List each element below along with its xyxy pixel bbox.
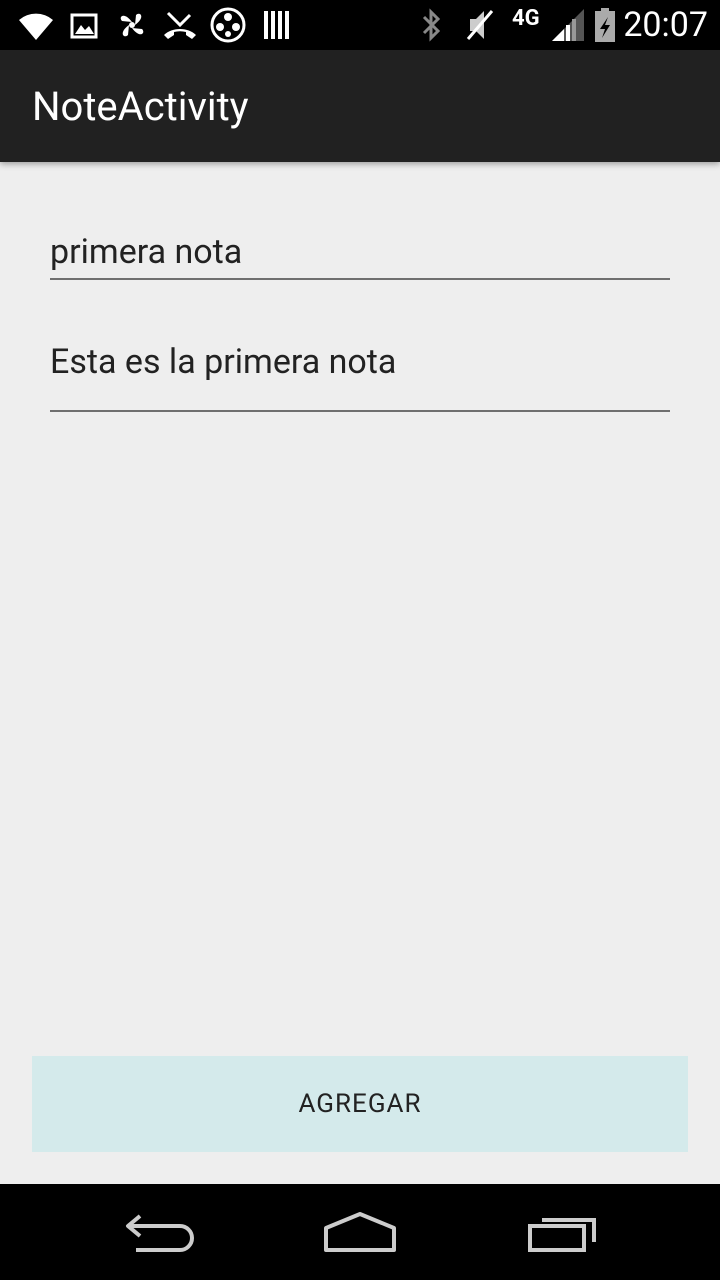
battery-icon bbox=[595, 8, 615, 42]
wifi-icon bbox=[19, 13, 53, 40]
note-form: primera nota Esta es la primera nota AGR… bbox=[0, 162, 720, 1184]
navigation-bar bbox=[0, 1184, 720, 1280]
barcode-icon bbox=[264, 11, 289, 39]
add-button[interactable]: AGREGAR bbox=[32, 1056, 688, 1152]
page-title: NoteActivity bbox=[32, 83, 249, 130]
mute-icon bbox=[466, 10, 494, 40]
note-title-field[interactable]: primera nota bbox=[50, 228, 670, 280]
back-icon[interactable] bbox=[122, 1210, 198, 1254]
pinwheel-icon bbox=[120, 13, 144, 37]
note-body-field[interactable]: Esta es la primera nota bbox=[50, 338, 670, 412]
status-time: 20:07 bbox=[623, 5, 708, 45]
missed-call-icon bbox=[164, 11, 196, 39]
network-type-label: 4G bbox=[512, 6, 540, 31]
signal-icon bbox=[552, 9, 584, 41]
reel-icon bbox=[210, 7, 246, 43]
home-icon[interactable] bbox=[320, 1210, 400, 1254]
recents-icon[interactable] bbox=[524, 1210, 600, 1254]
image-icon bbox=[70, 13, 98, 39]
status-bar: 4G 20:07 bbox=[0, 0, 720, 50]
action-bar: NoteActivity bbox=[0, 50, 720, 162]
bluetooth-icon bbox=[422, 8, 441, 42]
